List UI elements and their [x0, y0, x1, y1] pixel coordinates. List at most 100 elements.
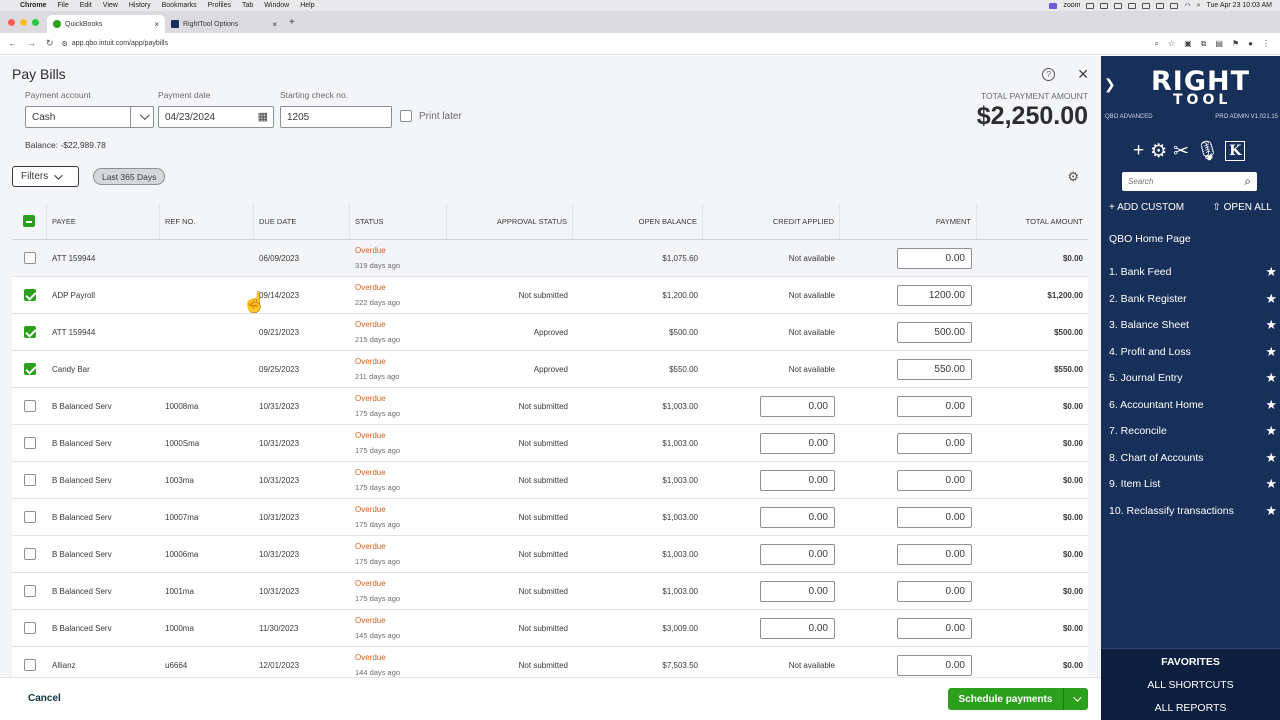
shortcut-label[interactable]: 1. Bank Feed [1109, 266, 1171, 278]
payment-input[interactable]: 0.00 [897, 395, 972, 417]
chevron-down-icon[interactable] [139, 110, 150, 121]
star-icon[interactable]: ★ [1265, 264, 1277, 280]
payee-cell[interactable]: ADP Payroll [47, 277, 160, 313]
payee-cell[interactable]: Candy Bar [47, 351, 160, 387]
credit-applied-input[interactable]: 0.00 [760, 506, 835, 528]
shortcut-item[interactable]: 6. Accountant Home ★ [1109, 392, 1279, 419]
payment-input[interactable]: 0.00 [897, 469, 972, 491]
row-checkbox[interactable] [23, 252, 36, 264]
table-settings-gear-icon[interactable]: ⚙ [1067, 169, 1079, 185]
menu-help[interactable]: Help [300, 2, 314, 9]
shortcut-label[interactable]: 9. Item List [1109, 478, 1160, 490]
tray-icon[interactable] [1100, 2, 1109, 9]
payee-cell[interactable]: B Balanced Serv [47, 536, 160, 572]
gear-icon[interactable]: ⚙ [1150, 140, 1167, 163]
row-checkbox[interactable] [23, 326, 36, 338]
close-tab-icon[interactable]: × [272, 20, 277, 29]
shortcut-label[interactable]: 8. Chart of Accounts [1109, 452, 1204, 464]
shortcut-item[interactable]: 4. Profit and Loss ★ [1109, 339, 1279, 366]
star-icon[interactable]: ★ [1265, 450, 1277, 466]
extension-icon[interactable]: ⚑ [1232, 39, 1239, 49]
row-checkbox[interactable] [23, 400, 36, 412]
menu-view[interactable]: View [103, 2, 118, 9]
row-checkbox[interactable] [23, 511, 36, 523]
shortcut-label[interactable]: 5. Journal Entry [1109, 372, 1183, 384]
star-icon[interactable]: ★ [1265, 503, 1277, 519]
help-icon[interactable]: ? [1042, 67, 1056, 81]
table-row[interactable]: B Balanced Serv 1001ma 10/31/2023 Overdue 17… [12, 573, 1088, 610]
tab-righttool-options[interactable]: RightTool Options × [165, 15, 283, 33]
menu-app-name[interactable]: Chrome [20, 2, 46, 9]
payee-cell[interactable]: B Balanced Serv [47, 388, 160, 424]
wifi-icon[interactable]: ◠ [1184, 2, 1190, 10]
menu-history[interactable]: History [129, 2, 151, 9]
col-ref-no[interactable]: REF NO. [160, 203, 254, 239]
search-icon[interactable]: ⌕ [1244, 174, 1251, 189]
col-payee[interactable]: PAYEE [47, 203, 160, 239]
row-checkbox[interactable] [23, 548, 36, 560]
add-custom-link[interactable]: + ADD CUSTOM [1109, 202, 1184, 213]
tray-icon[interactable] [1156, 2, 1165, 9]
zoom-icon[interactable]: ⌕ [1154, 39, 1158, 49]
credit-applied-input[interactable]: 0.00 [760, 580, 835, 602]
credit-applied-input[interactable]: 0.00 [760, 395, 835, 417]
col-payment[interactable]: PAYMENT [840, 203, 977, 239]
table-row[interactable]: B Balanced Serv 10008ma 10/31/2023 Overdue 1… [12, 388, 1088, 425]
payment-input[interactable]: 0.00 [897, 617, 972, 639]
extension-icon[interactable]: ▤ [1215, 39, 1223, 49]
shortcut-item[interactable]: 10. Reclassify transactions ★ [1109, 498, 1279, 525]
star-icon[interactable]: ★ [1265, 423, 1277, 439]
schedule-options-dropdown[interactable] [1064, 693, 1088, 702]
close-tab-icon[interactable]: × [154, 20, 159, 29]
star-icon[interactable]: ★ [1265, 317, 1277, 333]
payee-cell[interactable]: B Balanced Serv [47, 462, 160, 498]
tab-quickbooks[interactable]: QuickBooks × [47, 15, 165, 33]
shortcut-item[interactable]: 3. Balance Sheet ★ [1109, 312, 1279, 339]
close-window-icon[interactable] [8, 18, 15, 26]
row-checkbox[interactable] [23, 363, 36, 375]
cancel-button[interactable]: Cancel [28, 693, 61, 704]
shortcut-item[interactable]: 9. Item List ★ [1109, 471, 1279, 498]
col-open-balance[interactable]: OPEN BALANCE [573, 203, 703, 239]
col-status[interactable]: STATUS [350, 203, 447, 239]
reload-icon[interactable]: ↻ [46, 38, 54, 49]
print-later-checkbox[interactable] [400, 110, 412, 122]
table-row[interactable]: B Balanced Serv 10006ma 10/31/2023 Overdue 1… [12, 536, 1088, 573]
bookmark-star-icon[interactable]: ☆ [1168, 39, 1175, 49]
payment-input[interactable]: 0.00 [897, 432, 972, 454]
tools-icon[interactable]: ✂ [1173, 140, 1189, 163]
shortcut-label[interactable]: 10. Reclassify transactions [1109, 505, 1234, 517]
all-reports-link[interactable]: ALL REPORTS [1101, 697, 1280, 720]
shortcut-label[interactable]: 4. Profit and Loss [1109, 346, 1191, 358]
table-row[interactable]: B Balanced Serv 1000Sma 10/31/2023 Overdue 1… [12, 425, 1088, 462]
screen-icon[interactable] [1049, 2, 1058, 9]
table-row[interactable]: B Balanced Serv 1000ma 11/30/2023 Overdue 14… [12, 610, 1088, 647]
col-approval-status[interactable]: APPROVAL STATUS [447, 203, 573, 239]
star-icon[interactable]: ★ [1265, 344, 1277, 360]
star-icon[interactable]: ★ [1265, 476, 1277, 492]
credit-applied-input[interactable]: 0.00 [760, 543, 835, 565]
menu-window[interactable]: Window [264, 2, 289, 9]
tray-icon[interactable] [1142, 2, 1151, 9]
payment-input[interactable]: 0.00 [897, 543, 972, 565]
new-tab-icon[interactable]: + [283, 17, 301, 28]
menu-edit[interactable]: Edit [80, 2, 92, 9]
row-checkbox[interactable] [23, 289, 36, 301]
star-icon[interactable]: ★ [1265, 397, 1277, 413]
tray-icon[interactable] [1128, 2, 1137, 9]
menu-profiles[interactable]: Profiles [208, 2, 231, 9]
tray-icon[interactable] [1086, 2, 1095, 9]
open-all-link[interactable]: ⇧ OPEN ALL [1212, 202, 1272, 213]
shortcut-item[interactable]: 5. Journal Entry ★ [1109, 365, 1279, 392]
row-checkbox[interactable] [23, 659, 36, 671]
payee-cell[interactable]: B Balanced Serv [47, 499, 160, 535]
microphone-icon[interactable]: 🎙 [1195, 139, 1219, 163]
credit-applied-input[interactable]: 0.00 [760, 432, 835, 454]
table-row[interactable]: ATT 159944 06/09/2023 Overdue 319 days ago $… [12, 240, 1088, 277]
payment-input[interactable]: 0.00 [897, 506, 972, 528]
shortcut-item[interactable]: 1. Bank Feed ★ [1109, 259, 1279, 286]
extension-icon[interactable]: ● [1248, 39, 1253, 49]
payment-input[interactable]: 0.00 [897, 247, 972, 269]
all-shortcuts-link[interactable]: ALL SHORTCUTS [1101, 674, 1280, 697]
star-icon[interactable]: ★ [1265, 291, 1277, 307]
